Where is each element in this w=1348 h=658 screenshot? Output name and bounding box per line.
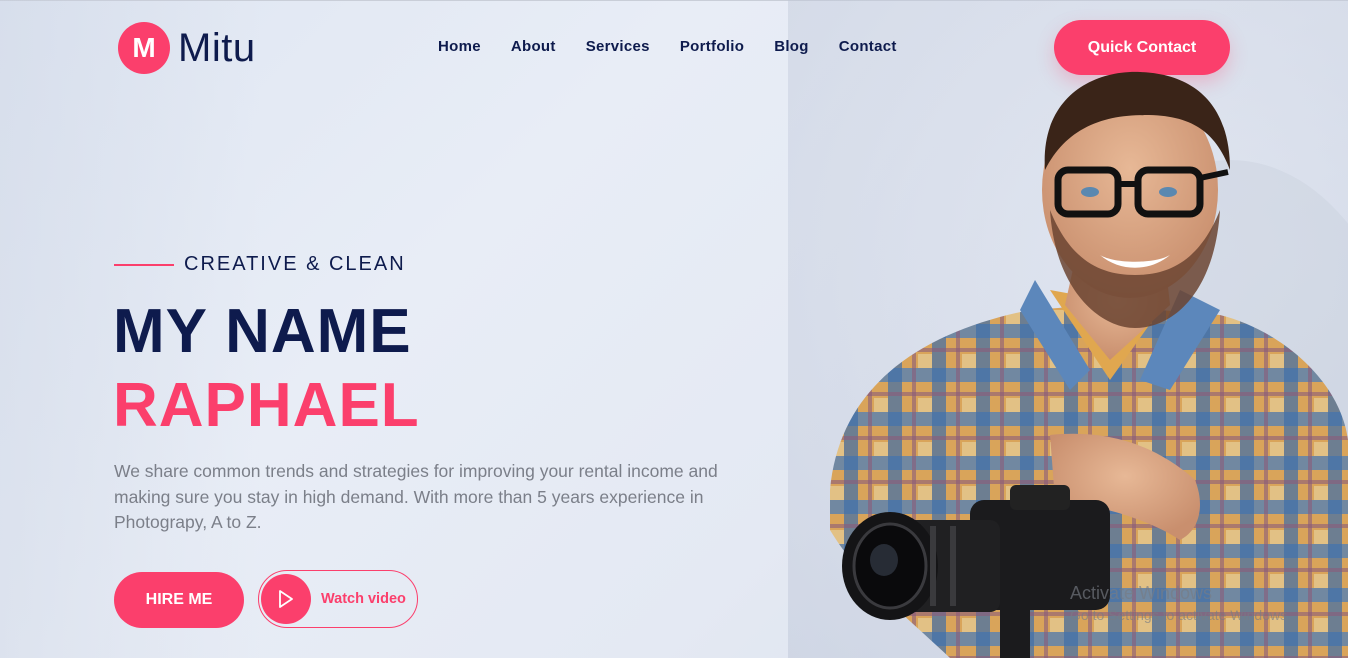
tagline-divider	[114, 263, 174, 266]
hero-title-line1: MY NAME	[113, 297, 412, 366]
hero-title-line2: RAPHAEL	[113, 371, 420, 440]
watch-video-button[interactable]: Watch video	[258, 570, 418, 628]
nav-home[interactable]: Home	[438, 38, 481, 55]
watch-video-label: Watch video	[321, 591, 406, 607]
activate-windows-subtitle: Go to Settings to activate Windows.	[1070, 607, 1291, 623]
logo-mark-icon: M	[118, 22, 170, 74]
logo-text: Mitu	[178, 25, 256, 70]
tagline-text: CREATIVE & CLEAN	[184, 253, 406, 275]
nav-about[interactable]: About	[511, 38, 556, 55]
hero-description: We share common trends and strategies fo…	[114, 461, 718, 532]
hero-tagline: CREATIVE & CLEAN	[114, 253, 406, 276]
activate-windows-title: Activate Windows	[1070, 583, 1213, 603]
logo[interactable]: M Mitu	[118, 22, 256, 74]
nav-contact[interactable]: Contact	[839, 38, 897, 55]
main-nav: Home About Services Portfolio Blog Conta…	[438, 38, 927, 55]
hero-photo	[830, 71, 1348, 658]
play-icon	[261, 574, 311, 624]
nav-services[interactable]: Services	[586, 38, 650, 55]
hire-me-button[interactable]: HIRE ME	[114, 572, 244, 628]
nav-portfolio[interactable]: Portfolio	[680, 38, 744, 55]
nav-blog[interactable]: Blog	[774, 38, 809, 55]
